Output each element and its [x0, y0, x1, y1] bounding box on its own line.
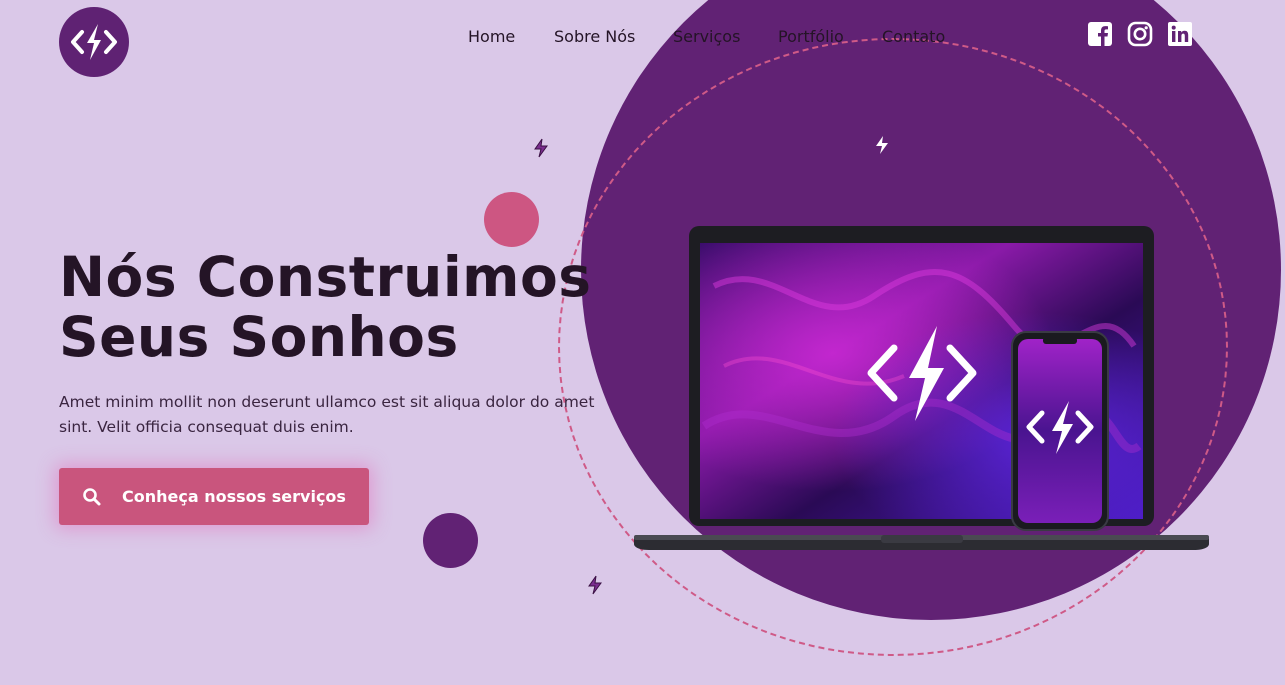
instagram-icon[interactable] — [1127, 21, 1153, 47]
facebook-icon[interactable] — [1087, 21, 1113, 47]
lightning-bolt-icon — [588, 575, 602, 595]
hero-description: Amet minim mollit non deserunt ullamco e… — [59, 393, 595, 436]
purple-decor-dot — [423, 513, 478, 568]
nav-portfolio[interactable]: Portfólio — [778, 27, 844, 46]
hero-title-line-1: Nós Construimos — [59, 245, 592, 309]
nav-home[interactable]: Home — [468, 27, 515, 46]
laptop-phone-mockup-image — [634, 226, 1209, 550]
nav-servicos[interactable]: Serviços — [673, 27, 740, 46]
code-bolt-logo-icon — [71, 24, 117, 60]
lightning-bolt-icon — [534, 138, 548, 158]
linkedin-icon[interactable] — [1167, 21, 1193, 47]
lightning-bolt-icon — [876, 136, 888, 154]
social-links — [1087, 21, 1193, 47]
hero-title-line-2: Seus Sonhos — [59, 305, 459, 369]
brand-logo[interactable] — [59, 7, 129, 77]
pink-decor-dot — [484, 192, 539, 247]
hero-title: Nós Construimos Seus Sonhos — [59, 247, 592, 367]
services-cta-button[interactable]: Conheça nossos serviços — [59, 468, 369, 525]
nav-sobre-nos[interactable]: Sobre Nós — [554, 27, 635, 46]
cta-label: Conheça nossos serviços — [122, 487, 346, 506]
search-icon — [83, 487, 101, 505]
nav-contato[interactable]: Contato — [882, 27, 945, 46]
